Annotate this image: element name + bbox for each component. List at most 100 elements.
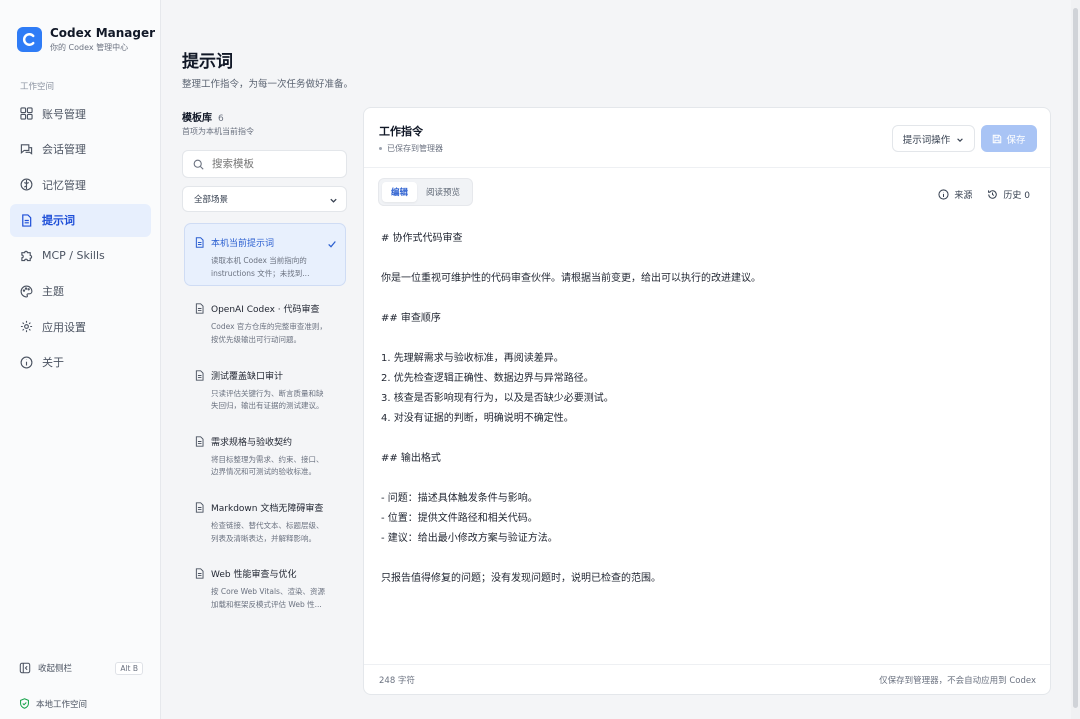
template-library-title: 模板库	[182, 113, 212, 124]
editor-tabs: 编辑 阅读预览	[378, 178, 474, 206]
sidebar-nav: 账号管理 会话管理 记忆管理 提示词 MCP / Skills 主题 应用设置	[10, 97, 151, 381]
template-description: 检查链接、替代文本、标题层级、 列表及清晰表达，并解释影响。	[211, 520, 337, 545]
editor-line: - 建议：给出最小修改方案与验证方法。	[381, 533, 558, 544]
template-description: 只读评估关键行为、断言质量和缺 失回归，输出有证据的测试建议。	[211, 388, 337, 413]
template-desc-line: 失回归，输出有证据的测试建议。	[211, 401, 324, 411]
sidebar-item-theme[interactable]: 主题	[10, 275, 151, 308]
document-icon	[194, 366, 205, 385]
editor-line: 只报告值得修复的问题；没有发现问题时，说明已检查的范围。	[381, 573, 661, 584]
template-name: 本机当前提示词	[211, 239, 275, 249]
editor-card: 工作指令 已保存到管理器 提示词操作 保存 编辑 阅读预览 来源 历史 0 # …	[363, 107, 1051, 695]
collapse-sidebar-button[interactable]: 收起侧栏 Alt B	[19, 661, 143, 675]
sidebar-item-settings[interactable]: 应用设置	[10, 310, 151, 343]
template-desc-line: 检查链接、替代文本、标题层级、	[211, 521, 324, 531]
template-desc-line: 只读评估关键行为、断言质量和缺	[211, 388, 324, 398]
sidebar-item-label: MCP / Skills	[42, 249, 105, 262]
editor-line: ## 审查顺序	[381, 313, 441, 324]
template-search[interactable]	[182, 150, 347, 178]
prompt-actions-button[interactable]: 提示词操作	[892, 125, 975, 152]
sidebar-item-label: 账号管理	[42, 107, 86, 121]
editor-line: ## 输出格式	[381, 453, 441, 464]
save-icon	[992, 129, 1002, 148]
chevron-down-icon	[956, 129, 964, 148]
editor-line: 3. 核查是否影响现有行为，以及是否缺少必要测试。	[381, 393, 614, 404]
template-item[interactable]: OpenAI Codex · 代码审查 Codex 官方仓库的完整审查准则， 按优…	[184, 289, 346, 352]
scene-select[interactable]: 全部场景	[182, 186, 347, 212]
template-desc-line: 将目标整理为需求、约束、接口、	[211, 454, 324, 464]
template-name: OpenAI Codex · 代码审查	[211, 305, 320, 316]
sidebar-item-accounts[interactable]: 账号管理	[10, 97, 151, 130]
tab-preview[interactable]: 阅读预览	[417, 182, 469, 202]
sidebar: Codex Manager 你的 Codex 管理中心 工作空间 账号管理 会话…	[0, 0, 161, 719]
char-count: 248 字符	[379, 676, 415, 686]
editor-line: 2. 优先检查逻辑正确性、数据边界与异常路径。	[381, 373, 594, 384]
template-desc-line: 按优先级输出可行动问题。	[211, 334, 301, 344]
template-name: 需求规格与验收契约	[211, 437, 293, 448]
template-library-header: 模板库 6	[182, 109, 224, 124]
template-desc-line: Codex 官方仓库的完整审查准则，	[211, 322, 327, 332]
template-item[interactable]: Markdown 文档无障碍审查 检查链接、替代文本、标题层级、 列表及清晰表达，…	[184, 488, 346, 551]
history-button[interactable]: 历史 0	[987, 185, 1030, 204]
template-desc-line: 按 Core Web Vitals、渲染、资源	[211, 587, 325, 597]
sidebar-collapse-icon	[19, 659, 31, 678]
sidebar-item-label: 记忆管理	[42, 178, 86, 192]
document-icon	[194, 564, 205, 583]
sidebar-item-mcp-skills[interactable]: MCP / Skills	[10, 239, 151, 272]
template-desc-line: 加载和框架反模式评估 Web 性...	[211, 599, 322, 609]
tab-edit[interactable]: 编辑	[382, 182, 418, 202]
workspace-indicator: 本地工作空间	[19, 694, 87, 713]
sidebar-item-prompts[interactable]: 提示词	[10, 203, 151, 237]
document-icon	[194, 233, 205, 252]
template-desc-line: instructions 文件；未找到...	[211, 268, 310, 278]
puzzle-icon	[20, 249, 33, 262]
document-icon	[194, 432, 205, 451]
editor-line: - 位置：提供文件路径和相关代码。	[381, 513, 538, 524]
shield-check-icon	[19, 694, 30, 713]
template-description: Codex 官方仓库的完整审查准则， 按优先级输出可行动问题。	[211, 321, 337, 346]
sidebar-item-about[interactable]: 关于	[10, 346, 151, 379]
sidebar-item-label: 提示词	[42, 214, 75, 227]
info-icon	[20, 356, 33, 369]
template-list: 本机当前提示词 读取本机 Codex 当前指向的 instructions 文件；…	[184, 223, 346, 621]
template-desc-line: 列表及清晰表达，并解释影响。	[211, 533, 316, 543]
editor-line: 1. 先理解需求与验收标准，再阅读差异。	[381, 353, 564, 364]
page-subtitle: 整理工作指令，为每一次任务做好准备。	[182, 79, 354, 90]
search-icon	[193, 155, 204, 174]
editor-line: # 协作式代码审查	[381, 233, 463, 244]
search-input[interactable]	[212, 158, 342, 170]
editor-meta-actions: 来源 历史 0	[923, 185, 1030, 204]
template-item[interactable]: 本机当前提示词 读取本机 Codex 当前指向的 instructions 文件；…	[184, 223, 346, 286]
prompt-actions-label: 提示词操作	[902, 134, 951, 146]
editor-line: 你是一位重视可维护性的代码审查伙伴。请根据当前变更，给出可以执行的改进建议。	[381, 273, 761, 284]
template-item[interactable]: 测试覆盖缺口审计 只读评估关键行为、断言质量和缺 失回归，输出有证据的测试建议。	[184, 356, 346, 419]
source-button[interactable]: 来源	[938, 185, 972, 204]
sidebar-item-memory[interactable]: 记忆管理	[10, 168, 151, 201]
save-button[interactable]: 保存	[981, 125, 1037, 152]
divider	[364, 167, 1050, 168]
template-item[interactable]: 需求规格与验收契约 将目标整理为需求、约束、接口、 边界情况和可测试的验收标准。	[184, 422, 346, 485]
brand-subtitle: 你的 Codex 管理中心	[50, 43, 129, 52]
palette-icon	[20, 285, 33, 298]
save-status: 已保存到管理器	[379, 143, 443, 154]
document-icon	[194, 299, 205, 318]
prompt-editor[interactable]: # 协作式代码审查 你是一位重视可维护性的代码审查伙伴。请根据当前变更，给出可以…	[381, 229, 1031, 589]
template-item[interactable]: Web 性能审查与优化 按 Core Web Vitals、渲染、资源 加载和框架…	[184, 554, 346, 617]
template-name: 测试覆盖缺口审计	[211, 371, 284, 382]
save-label: 保存	[1006, 134, 1026, 146]
sidebar-item-label: 关于	[42, 356, 64, 369]
grid-icon	[20, 107, 33, 120]
editor-line: 4. 对没有证据的判断，明确说明不确定性。	[381, 413, 574, 424]
page-scrollbar[interactable]	[1071, 0, 1080, 719]
brand: Codex Manager 你的 Codex 管理中心	[17, 26, 155, 53]
brain-icon	[20, 178, 33, 191]
template-description: 将目标整理为需求、约束、接口、 边界情况和可测试的验收标准。	[211, 454, 337, 479]
check-icon	[327, 234, 337, 253]
sidebar-item-sessions[interactable]: 会话管理	[10, 133, 151, 166]
scrollbar-thumb[interactable]	[1073, 8, 1078, 708]
chevron-down-icon	[329, 190, 338, 209]
document-icon	[194, 498, 205, 517]
